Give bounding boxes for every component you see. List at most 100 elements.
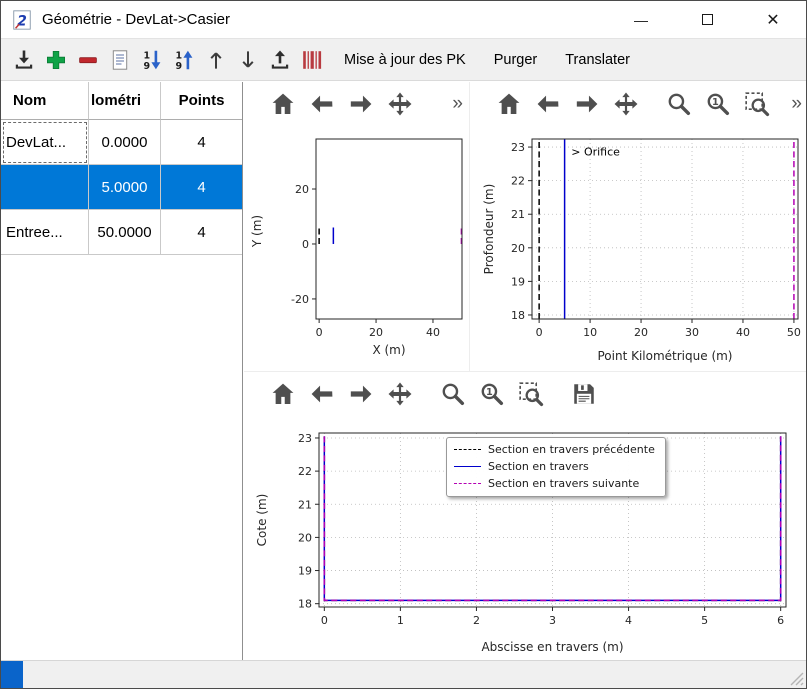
legend-label: Section en travers précédente: [488, 443, 655, 456]
y-tick-label: 20: [295, 183, 309, 196]
maximize-button[interactable]: [674, 1, 740, 38]
y-tick-label: 20: [511, 242, 525, 255]
pan-icon: [387, 381, 413, 407]
plan-chart-wrap: 02040-20020 Y (m) X (m): [244, 126, 469, 371]
status-chip: [1, 661, 23, 688]
toolbar-import-button[interactable]: [9, 45, 39, 75]
x-tick-label: 4: [625, 614, 632, 627]
profile-toolbar-overflow-button[interactable]: »: [791, 93, 802, 115]
y-tick-label: 18: [298, 598, 312, 611]
toolbar-pk-stripes-button[interactable]: [297, 45, 327, 75]
content: NomlométriPointsDevLat...0.000045.00004E…: [1, 82, 806, 660]
section-back-button[interactable]: [305, 377, 339, 411]
toolbar-sort-asc-button[interactable]: 19: [169, 45, 199, 75]
table-cell-points[interactable]: 4: [161, 210, 242, 255]
add-icon: [44, 48, 68, 72]
section-forward-button[interactable]: [344, 377, 378, 411]
x-tick-label: 0: [316, 326, 323, 339]
legend-entry: Section en travers précédente: [454, 443, 655, 456]
profile-zoom-button[interactable]: [662, 87, 696, 121]
plan-ylabel: Y (m): [250, 215, 264, 247]
x-tick-label: 20: [634, 326, 648, 339]
legend-line-sample: [454, 449, 481, 450]
table-cell-pk[interactable]: 5.0000: [89, 165, 161, 210]
column-header-pk[interactable]: lométri: [89, 82, 161, 120]
forward-icon: [574, 91, 600, 117]
column-header-points[interactable]: Points: [161, 82, 242, 120]
y-tick-label: 23: [511, 141, 525, 154]
section-chart-wrap: 0123456181920212223 Cote (m) Abscisse en…: [244, 416, 806, 662]
column-header-nom[interactable]: Nom: [1, 82, 89, 120]
section-save-button[interactable]: [567, 377, 601, 411]
plan-chart-block: » 02040-20020 Y (m) X (m): [244, 82, 469, 371]
section-ylabel: Cote (m): [255, 494, 269, 547]
section-pan-button[interactable]: [383, 377, 417, 411]
plot-frame: [316, 139, 462, 319]
legend-label: Section en travers suivante: [488, 477, 639, 490]
section-zoom-button[interactable]: [436, 377, 470, 411]
table-cell-pk[interactable]: 50.0000: [89, 210, 161, 255]
resize-grip[interactable]: [790, 672, 804, 686]
legend-label: Section en travers: [488, 460, 589, 473]
toolbar-edit-list-button[interactable]: [105, 45, 135, 75]
table-cell-nom[interactable]: DevLat...: [1, 120, 89, 165]
minimize-button[interactable]: —: [608, 1, 674, 38]
profile-plot-canvas[interactable]: 01020304050181920212223> Orifice: [470, 126, 807, 371]
action-purger[interactable]: Purger: [483, 46, 549, 74]
table-cell-points[interactable]: 4: [161, 165, 242, 210]
svg-text:9: 9: [144, 61, 151, 72]
toolbar-sort-desc-button[interactable]: 19: [137, 45, 167, 75]
svg-text:2: 2: [17, 13, 27, 29]
plan-plot-canvas[interactable]: 02040-20020: [244, 126, 469, 371]
toolbar-export-button[interactable]: [265, 45, 295, 75]
plot-annotation: > Orifice: [571, 145, 620, 158]
section-zoom-1-button[interactable]: 1: [475, 377, 509, 411]
x-tick-label: 50: [787, 326, 801, 339]
home-icon: [270, 381, 296, 407]
profile-pan-button[interactable]: [609, 87, 643, 121]
legend-entry: Section en travers suivante: [454, 477, 655, 490]
statusbar: [1, 660, 806, 688]
top-charts: » 02040-20020 Y (m) X (m) 1» 01020304050…: [244, 82, 806, 371]
profile-zoom-1-button[interactable]: 1: [701, 87, 735, 121]
svg-text:9: 9: [176, 61, 183, 72]
plots-panel: » 02040-20020 Y (m) X (m) 1» 01020304050…: [244, 82, 806, 660]
x-tick-label: 1: [397, 614, 404, 627]
close-button[interactable]: ✕: [740, 1, 806, 38]
toolbar-move-down-button[interactable]: [233, 45, 263, 75]
profile-xlabel: Point Kilométrique (m): [532, 349, 798, 363]
profile-back-button[interactable]: [531, 87, 565, 121]
profile-zoom-rect-button[interactable]: [740, 87, 774, 121]
x-tick-label: 0: [536, 326, 543, 339]
toolbar-move-up-button[interactable]: [201, 45, 231, 75]
svg-text:1: 1: [144, 50, 151, 61]
y-tick-label: 0: [302, 238, 309, 251]
profile-forward-button[interactable]: [570, 87, 604, 121]
profile-home-button[interactable]: [492, 87, 526, 121]
action-mise-a-jour-pk[interactable]: Mise à jour des PK: [333, 46, 477, 74]
action-translater[interactable]: Translater: [554, 46, 641, 74]
titlebar[interactable]: 2 Géométrie - DevLat->Casier — ✕: [1, 1, 806, 38]
toolbar-remove-button[interactable]: [73, 45, 103, 75]
x-tick-label: 20: [369, 326, 383, 339]
main-toolbar: 1919Mise à jour des PKPurgerTranslater: [1, 38, 806, 81]
plan-back-button[interactable]: [305, 87, 339, 121]
edit-list-icon: [108, 48, 132, 72]
profile-chart-block: 1» 01020304050181920212223> Orifice Prof…: [469, 82, 807, 371]
sort-asc-icon: 19: [172, 48, 196, 72]
toolbar-add-button[interactable]: [41, 45, 71, 75]
section-zoom-rect-button[interactable]: [514, 377, 548, 411]
move-down-icon: [236, 48, 260, 72]
plan-home-button[interactable]: [266, 87, 300, 121]
section-home-button[interactable]: [266, 377, 300, 411]
plan-toolbar-overflow-button[interactable]: »: [452, 93, 463, 115]
plan-pan-button[interactable]: [383, 87, 417, 121]
y-tick-label: 19: [511, 275, 525, 288]
table-cell-pk[interactable]: 0.0000: [89, 120, 161, 165]
plan-forward-button[interactable]: [344, 87, 378, 121]
table-cell-nom[interactable]: [1, 165, 89, 210]
table-cell-points[interactable]: 4: [161, 120, 242, 165]
zoom-1-icon: 1: [479, 381, 505, 407]
svg-text:1: 1: [486, 387, 493, 398]
table-cell-nom[interactable]: Entree...: [1, 210, 89, 255]
